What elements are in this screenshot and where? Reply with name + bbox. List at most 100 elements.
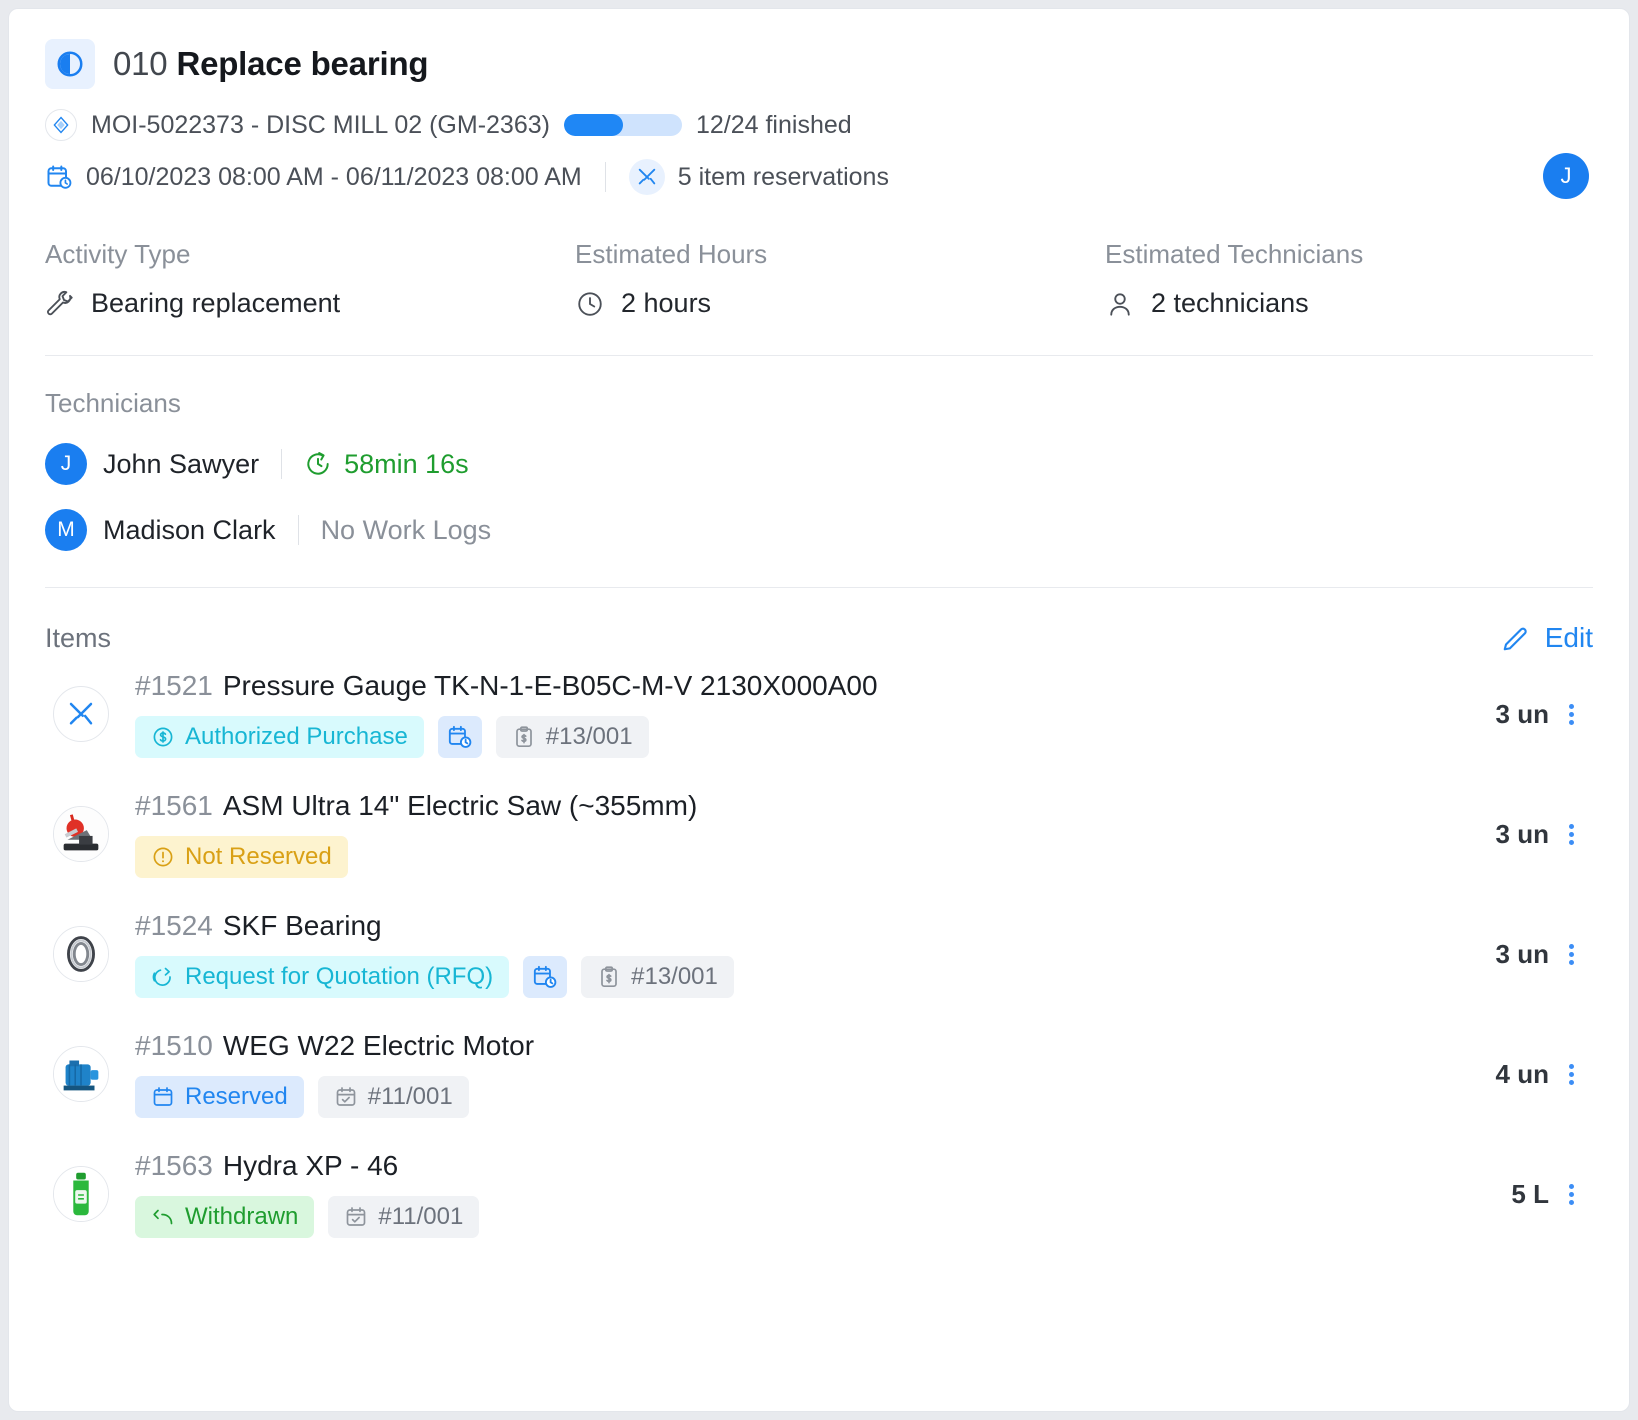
item-id: #1524 [135,910,213,941]
item-badges: Not Reserved [135,836,1419,878]
item-thumbnail [53,686,109,742]
item-info: #1521 Pressure Gauge TK-N-1-E-B05C-M-V 21… [135,670,1419,758]
badge-label: Authorized Purchase [185,723,408,750]
field-value: 2 technicians [1151,288,1309,318]
field-label: Estimated Hours [575,239,768,269]
item-quantity: 3 un [1495,938,1549,969]
avatar[interactable]: J [1543,153,1589,199]
asset-row: MOI-5022373 - DISC MILL 02 (GM-2363) 12/… [45,105,1593,145]
page-title-row: 010 Replace bearing [45,37,1593,91]
cube-icon [53,116,69,134]
timer-icon [307,452,329,475]
divider [604,162,606,192]
item-title: #1521 Pressure Gauge TK-N-1-E-B05C-M-V 21… [135,670,1419,702]
badge-calendar-button[interactable] [523,956,568,998]
item-thumbnail [53,1046,109,1102]
edit-button[interactable]: Edit [1501,622,1593,654]
badge-label: #13/001 [631,963,718,990]
item-name: Hydra XP - 46 [222,1150,399,1181]
status-badge[interactable]: Not Reserved [135,836,348,878]
status-badge[interactable]: #11/001 [317,1076,469,1118]
badge-label: Reserved [185,1083,288,1110]
calendar-clock-icon [47,165,72,189]
badge-label: #11/001 [378,1203,464,1230]
avatar: M [45,509,87,551]
date-range: 06/10/2023 08:00 AM - 06/11/2023 08:00 A… [86,162,582,191]
badge-calendar-button[interactable] [437,716,482,758]
status-badge[interactable]: #13/001 [581,956,734,998]
item-name: WEG W22 Electric Motor [222,1030,535,1061]
item-quantity: 5 L [1511,1178,1549,1209]
schedule-row: 06/10/2023 08:00 AM - 06/11/2023 08:00 A… [45,153,1593,199]
item-id: #1510 [135,1030,213,1061]
page-title: 010 Replace bearing [113,45,429,83]
status-badge[interactable]: #11/001 [328,1196,480,1238]
item-title: #1563 Hydra XP - 46 [135,1150,1419,1182]
items-title: Items [45,622,112,653]
divider [281,449,283,479]
reservations-label[interactable]: 5 item reservations [678,163,889,192]
status-badge[interactable]: Authorized Purchase [135,716,424,758]
order-number: 010 [113,45,168,82]
item-row[interactable]: #1521 Pressure Gauge TK-N-1-E-B05C-M-V 21… [45,654,1593,774]
technician-row[interactable]: M Madison Clark No Work Logs [45,509,1593,551]
item-info: #1524 SKF Bearing Request for Quotation (R… [135,910,1419,998]
item-row[interactable]: #1563 Hydra XP - 46 Withdrawn #11/001 5 L [45,1134,1593,1254]
divider [45,587,1593,588]
items-header: Items Edit [45,622,1593,654]
item-name: ASM Ultra 14" Electric Saw (~355mm) [222,790,698,821]
item-quantity: 3 un [1495,698,1549,729]
work-log-value: No Work Logs [320,514,492,545]
item-menu-button[interactable] [1549,821,1593,848]
item-name: Pressure Gauge TK-N-1-E-B05C-M-V 2130X00… [222,670,878,701]
item-title: #1510 WEG W22 Electric Motor [135,1030,1419,1062]
item-quantity: 3 un [1495,818,1549,849]
item-quantity: 4 un [1495,1058,1549,1089]
avatar: J [45,443,87,485]
item-thumbnail [53,806,109,862]
person-icon [1110,292,1130,316]
field-activity-type: Activity Type Bearing replacement [45,239,575,319]
badge-label: #11/001 [367,1083,453,1110]
field-value-row: Bearing replacement [45,288,575,319]
item-menu-button[interactable] [1549,1061,1593,1088]
items-list: #1521 Pressure Gauge TK-N-1-E-B05C-M-V 21… [45,654,1593,1254]
wrench-icon [47,290,73,315]
item-thumbnail [53,926,109,982]
status-badge[interactable]: Withdrawn [135,1196,315,1238]
item-row[interactable]: #1561 ASM Ultra 14" Electric Saw (~355mm)… [45,774,1593,894]
badge-label: #13/001 [545,723,633,750]
item-id: #1561 [135,790,213,821]
status-icon-badge [45,39,95,89]
item-title: #1524 SKF Bearing [135,910,1419,942]
technician-name: Madison Clark [103,514,276,545]
clock-icon [578,291,602,316]
field-estimated-technicians: Estimated Technicians 2 technicians [1105,239,1363,319]
edit-label: Edit [1544,622,1593,653]
item-menu-button[interactable] [1549,1181,1593,1208]
asset-icon [45,109,77,141]
half-circle-progress-icon [57,51,83,77]
item-badges: Authorized Purchase #13/001 [135,716,1419,758]
item-thumbnail [53,1166,109,1222]
status-badge[interactable]: Request for Quotation (RFQ) [135,956,510,998]
item-row[interactable]: #1524 SKF Bearing Request for Quotation (R… [45,894,1593,1014]
technician-row[interactable]: J John Sawyer 58min 16s [45,443,1593,485]
status-badge[interactable]: #13/001 [495,716,649,758]
item-menu-button[interactable] [1549,941,1593,968]
asset-label[interactable]: MOI-5022373 - DISC MILL 02 (GM-2363) [91,111,550,140]
badge-label: Request for Quotation (RFQ) [185,963,494,990]
item-info: #1510 WEG W22 Electric Motor Reserved #11/0… [135,1030,1419,1118]
field-value-row: 2 technicians [1105,288,1363,319]
item-id: #1521 [135,670,213,701]
item-badges: Request for Quotation (RFQ) #13/001 [135,956,1419,998]
item-menu-button[interactable] [1549,701,1593,728]
field-value: 2 hours [621,288,712,318]
progress-label: 12/24 finished [695,110,852,139]
item-row[interactable]: #1510 WEG W22 Electric Motor Reserved #11/0… [45,1014,1593,1134]
status-badge[interactable]: Reserved [135,1076,304,1118]
item-title: #1561 ASM Ultra 14" Electric Saw (~355mm) [135,790,1419,822]
item-badges: Withdrawn #11/001 [135,1196,1419,1238]
pencil-icon [1503,627,1527,651]
order-title: Replace bearing [176,45,429,82]
